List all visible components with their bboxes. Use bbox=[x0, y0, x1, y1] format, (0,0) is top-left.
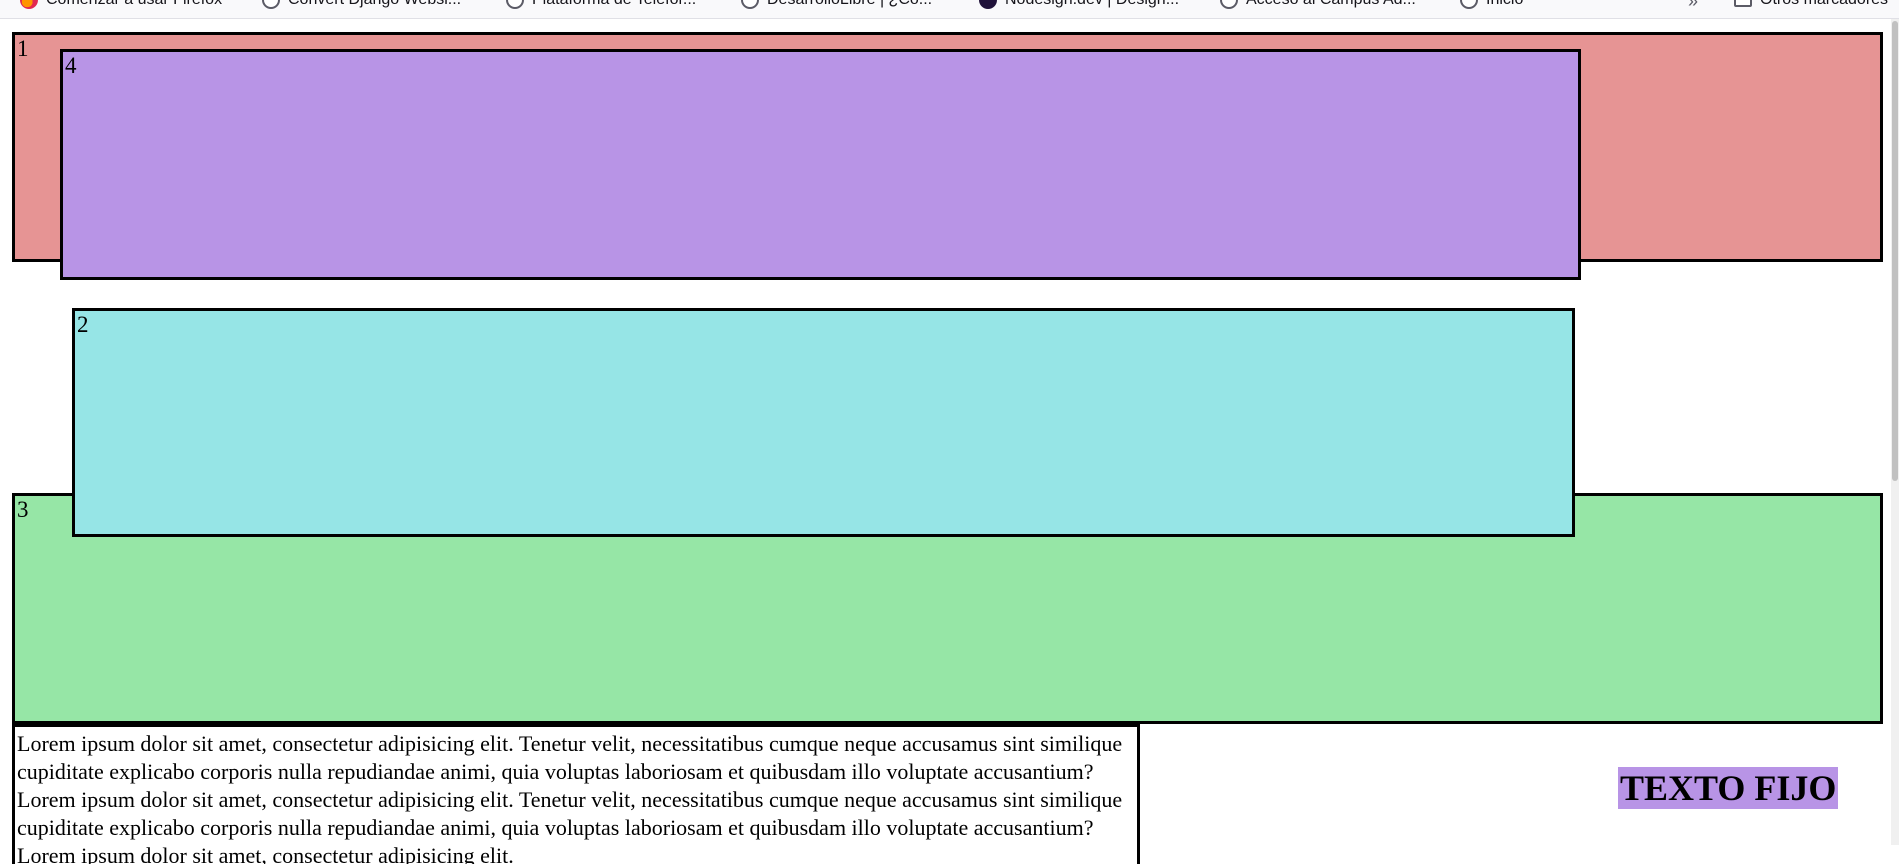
box-label: 1 bbox=[17, 36, 29, 61]
box-4: 4 bbox=[60, 49, 1581, 280]
scrollbar-thumb[interactable] bbox=[1892, 21, 1898, 481]
bookmark-inicio[interactable]: Inicio bbox=[1460, 0, 1523, 9]
bookmark-label: DesarrolloLibre | ¿Co... bbox=[767, 0, 932, 9]
bookmark-other-folder[interactable]: Otros marcadores bbox=[1734, 0, 1888, 9]
globe-icon bbox=[1460, 0, 1478, 9]
bookmark-label: Convert Django Websi... bbox=[288, 0, 461, 9]
bookmark-acceso-campus[interactable]: Acceso al Campus Ad... bbox=[1220, 0, 1416, 9]
bookmark-label: Nodesign.dev | Design... bbox=[1005, 0, 1179, 9]
globe-icon bbox=[506, 0, 524, 9]
bookmark-label: Inicio bbox=[1486, 0, 1523, 9]
bookmark-label: Acceso al Campus Ad... bbox=[1246, 0, 1416, 9]
bookmark-label: Plataforma de Telefor... bbox=[532, 0, 696, 9]
globe-icon bbox=[741, 0, 759, 9]
bookmark-plataforma-teleformacion[interactable]: Plataforma de Telefor... bbox=[506, 0, 696, 9]
box-2: 2 bbox=[72, 308, 1575, 537]
bookmark-label: Otros marcadores bbox=[1760, 0, 1888, 9]
bookmark-desarrollolibre[interactable]: DesarrolloLibre | ¿Co... bbox=[741, 0, 932, 9]
lorem-paragraph: Lorem ipsum dolor sit amet, consectetur … bbox=[12, 724, 1140, 864]
fixed-text-label: TEXTO FIJO bbox=[1618, 767, 1839, 809]
nodesign-icon bbox=[979, 0, 997, 9]
bookmark-label: Comenzar a usar Firefox bbox=[46, 0, 222, 9]
globe-icon bbox=[1220, 0, 1238, 9]
chevron-double-right-icon[interactable]: » bbox=[1688, 0, 1698, 12]
folder-icon bbox=[1734, 0, 1752, 7]
bookmark-nodesign[interactable]: Nodesign.dev | Design... bbox=[979, 0, 1179, 9]
globe-icon bbox=[262, 0, 280, 9]
vertical-scrollbar[interactable] bbox=[1891, 19, 1899, 845]
box-label: 3 bbox=[17, 497, 29, 522]
box-label: 2 bbox=[77, 312, 89, 337]
firefox-icon bbox=[20, 0, 38, 9]
bookmark-convert-django[interactable]: Convert Django Websi... bbox=[262, 0, 461, 9]
bookmarks-toolbar: Comenzar a usar Firefox Convert Django W… bbox=[0, 0, 1899, 19]
bookmark-comenzar-firefox[interactable]: Comenzar a usar Firefox bbox=[20, 0, 222, 9]
box-label: 4 bbox=[65, 53, 77, 78]
